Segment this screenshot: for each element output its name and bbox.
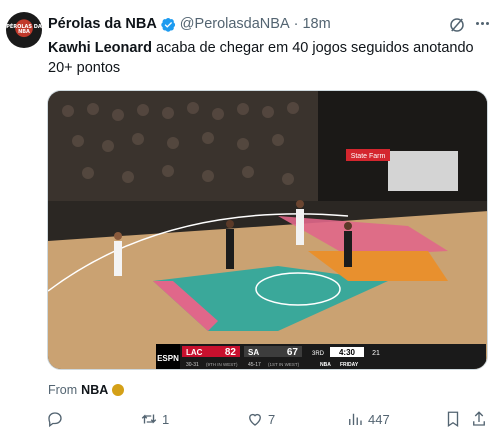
retweet-count: 1 bbox=[162, 411, 170, 427]
avatar-label: PÉROLAS DA NBA bbox=[6, 24, 42, 35]
author-handle[interactable]: @PerolasdaNBA bbox=[180, 16, 290, 32]
reply-button[interactable] bbox=[46, 410, 68, 428]
espn-logo: ESPN bbox=[157, 354, 179, 363]
broadcast-label: NBA bbox=[320, 362, 331, 368]
tweet-media[interactable]: State Farm coinbase ESPN LAC bbox=[47, 90, 488, 370]
home-seed: (1ST IN WEST) bbox=[268, 362, 300, 367]
shot-clock: 21 bbox=[372, 350, 380, 357]
timestamp[interactable]: 18m bbox=[302, 16, 330, 32]
avatar[interactable]: PÉROLAS DA NBA bbox=[6, 12, 42, 48]
tweet-text: Kawhi Leonard acaba de chegar em 40 jogo… bbox=[48, 38, 478, 78]
tweet-header: Pérolas da NBA @PerolasdaNBA · 18m bbox=[48, 16, 331, 32]
away-score: 82 bbox=[225, 347, 237, 358]
bookmark-icon bbox=[447, 411, 459, 428]
views-chart-icon bbox=[349, 413, 362, 425]
share-button[interactable] bbox=[470, 410, 488, 428]
home-team: SA bbox=[248, 348, 259, 357]
game-quarter: 3RD bbox=[312, 351, 325, 357]
more-options-icon[interactable] bbox=[476, 22, 489, 25]
home-score: 67 bbox=[287, 347, 299, 358]
reply-icon bbox=[48, 412, 62, 428]
action-bar: 1 7 447 bbox=[40, 410, 490, 434]
broadcast-day: FRIDAY bbox=[340, 362, 359, 368]
verified-badge-icon bbox=[161, 17, 175, 32]
separator-dot: · bbox=[293, 16, 299, 32]
view-count: 447 bbox=[368, 411, 390, 427]
like-button[interactable]: 7 bbox=[246, 410, 275, 428]
mention-kawhi: Kawhi Leonard bbox=[48, 40, 152, 56]
views-button[interactable]: 447 bbox=[346, 410, 390, 428]
game-clock: 4:30 bbox=[339, 348, 356, 357]
media-source: From NBA bbox=[48, 383, 125, 397]
state-farm-ad: State Farm bbox=[351, 153, 386, 160]
away-record: 30-31 bbox=[186, 362, 199, 368]
share-icon bbox=[473, 411, 485, 426]
retweet-icon bbox=[141, 414, 157, 424]
scorebug: ESPN LAC 82 30-31 (9TH IN WEST) SA 67 45… bbox=[156, 344, 486, 369]
like-count: 7 bbox=[268, 411, 276, 427]
source-name[interactable]: NBA bbox=[81, 383, 108, 397]
grok-icon[interactable] bbox=[448, 16, 466, 34]
retweet-button[interactable]: 1 bbox=[140, 410, 169, 428]
bookmark-button[interactable] bbox=[444, 410, 462, 428]
game-video-frame: State Farm coinbase ESPN LAC bbox=[48, 91, 487, 369]
away-seed: (9TH IN WEST) bbox=[206, 362, 238, 367]
source-prefix: From bbox=[48, 383, 78, 397]
away-team: LAC bbox=[186, 348, 203, 357]
home-record: 45-17 bbox=[248, 362, 261, 368]
heart-icon bbox=[249, 413, 261, 426]
affiliate-badge-icon bbox=[112, 384, 125, 396]
author-name[interactable]: Pérolas da NBA bbox=[48, 16, 157, 32]
